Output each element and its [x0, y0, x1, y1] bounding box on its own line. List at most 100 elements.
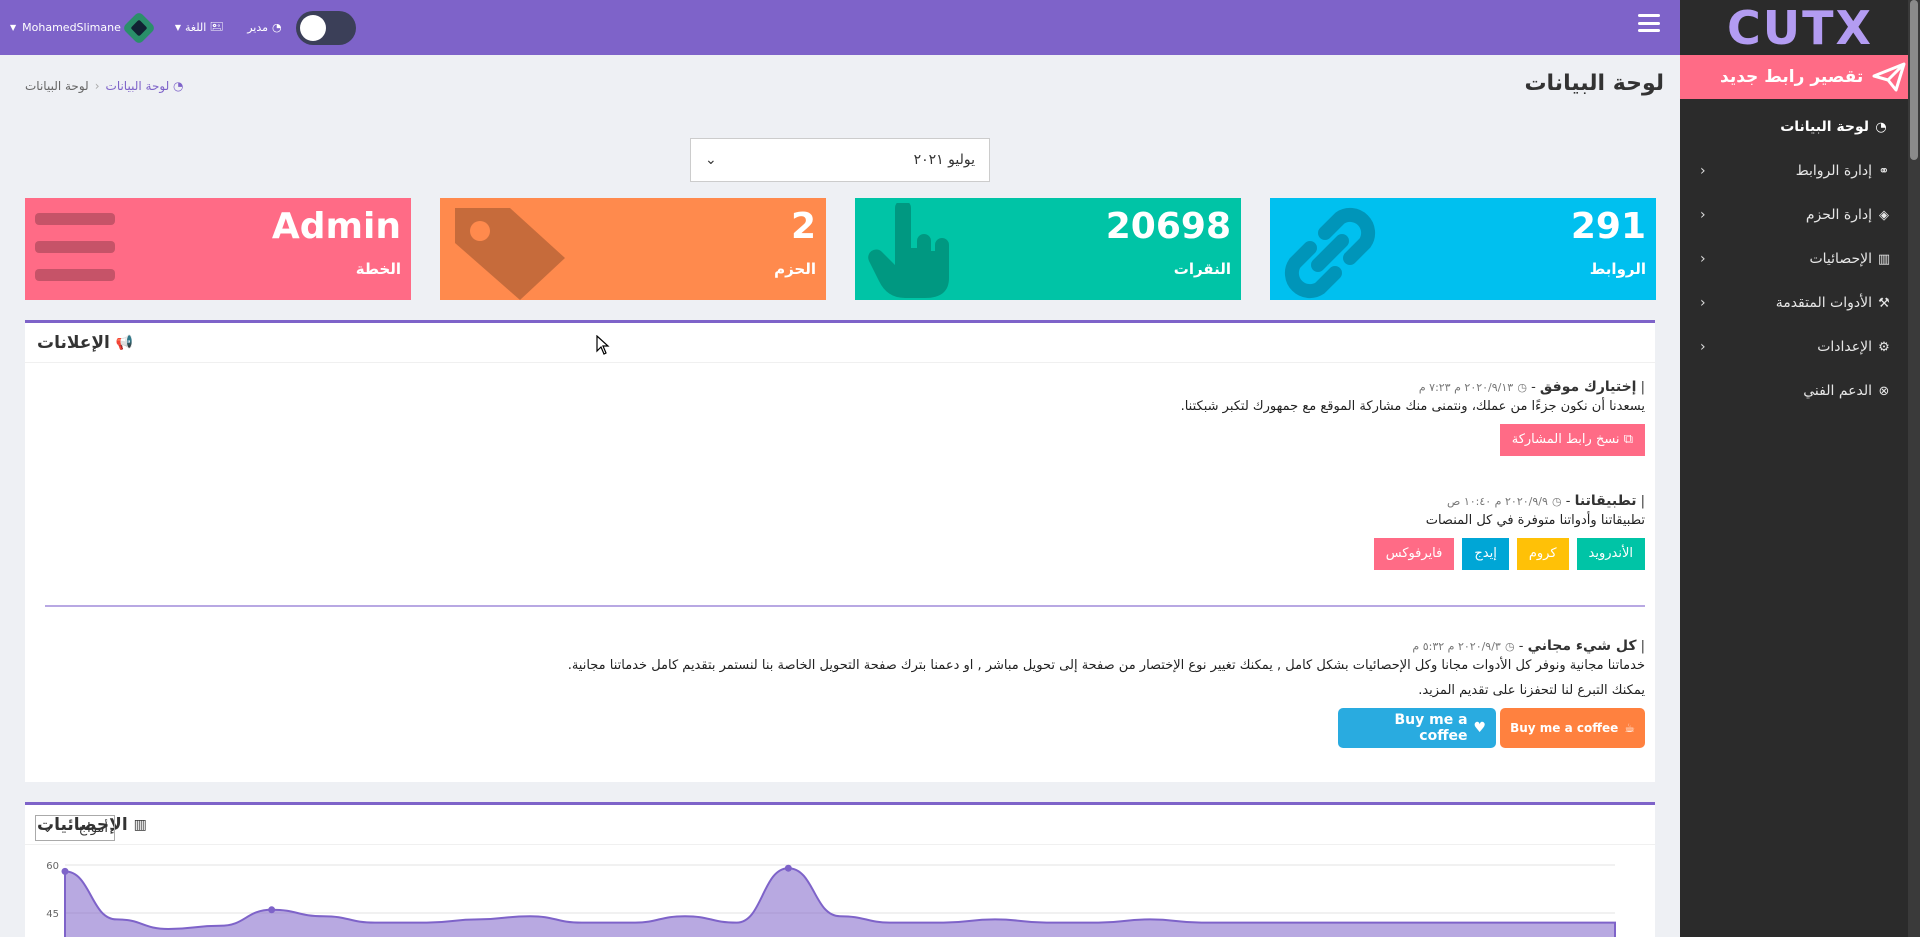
firefox-button[interactable]: فايرفوكس	[1373, 538, 1455, 570]
announcements-title: الإعلانات	[37, 332, 110, 353]
sidebar-item-label: الإحصائيات	[1809, 251, 1872, 267]
announcement-text: تطبيقاتنا وأدواتنا متوفرة في كل المنصات	[1425, 513, 1645, 528]
chart-type-select[interactable]: ⌄ أمواج	[35, 815, 115, 841]
announcement-item: | تطبيقاتنا - ◷ ٢٠٢٠/٩/٩ م ١٠:٤٠ ص تطبيق…	[1366, 493, 1645, 570]
megaphone-icon: 📢	[115, 334, 134, 351]
paper-plane-icon	[1872, 62, 1906, 92]
clock-icon: ◷	[1517, 381, 1527, 394]
chevron-down-icon: ⌄	[705, 152, 717, 168]
android-button[interactable]: الأندرويد	[1576, 538, 1645, 570]
announcement-title: إختيارك موفق	[1539, 379, 1637, 395]
chart-point[interactable]	[268, 906, 276, 914]
link-icon	[1284, 207, 1376, 299]
month-select[interactable]: ⌄ يوليو ٢٠٢١	[690, 138, 990, 182]
chart-type-value: أمواج	[78, 820, 108, 836]
copy-share-link-button[interactable]: ⧉ نسخ رابط المشاركة	[1499, 424, 1645, 456]
language-menu[interactable]: ▼ اللغة 🖭	[175, 18, 223, 37]
announcement-text-secondary: يمكنك التبرع لنا لتحفزنا على تقديم المزي…	[1418, 683, 1645, 698]
pointer-hand-icon	[868, 203, 949, 298]
hamburger-menu-icon[interactable]	[1638, 14, 1660, 32]
announcement-header: | كل شيء مجاني - ◷ ٢٠٢٠/٩/٣ م ٥:٣٢ م	[1412, 638, 1645, 654]
announcements-header: 📢 الإعلانات	[25, 323, 1655, 363]
breadcrumb-link[interactable]: لوحة البيانات ◔	[106, 79, 184, 93]
announcement-date: ٢٠٢٠/٩/٣ م ٥:٣٢ م	[1412, 640, 1501, 653]
chrome-button[interactable]: كروم	[1516, 538, 1569, 570]
announcement-title: كل شيء مجاني	[1527, 638, 1637, 654]
chart-area-series	[64, 867, 1616, 937]
coffee-button-label: Buy me a coffee	[1510, 721, 1619, 735]
chevron-left-icon: ‹	[1700, 251, 1706, 267]
scrollbar-thumb[interactable]	[1910, 0, 1918, 160]
lifebuoy-icon: ⊗	[1878, 383, 1890, 399]
sidebar-item-dashboard[interactable]: ◔ لوحة البيانات	[1680, 105, 1920, 149]
stat-card-links: 291 الروابط	[1270, 198, 1656, 300]
chart-point[interactable]	[784, 864, 792, 872]
gear-icon: ⚙	[1878, 339, 1890, 355]
area-chart: 60 45	[46, 861, 1616, 937]
breadcrumb: لوحة البيانات › لوحة البيانات ◔	[25, 79, 184, 93]
stat-packages-label: الحزم	[774, 260, 816, 278]
gauge-icon: ◔	[1875, 119, 1887, 135]
tag-icon	[455, 208, 565, 300]
sidebar-item-settings[interactable]: ⚙ الإعدادات ‹	[1680, 325, 1920, 369]
link-icon: ⚭	[1878, 163, 1890, 179]
announcement-date: ٢٠٢٠/٩/١٣ م ٧:٢٣ م	[1418, 381, 1514, 394]
statistics-chart: 60 45	[25, 855, 1655, 937]
sidebar-item-support[interactable]: ⊗ الدعم الفني	[1680, 369, 1920, 413]
user-menu[interactable]: ▼ MohamedSlimane	[10, 10, 156, 45]
sidebar-scrollbar[interactable]	[1908, 0, 1920, 937]
new-link-label: تقصير رابط جديد	[1720, 67, 1864, 87]
announcement-date: ٢٠٢٠/٩/٩ م ١٠:٤٠ ص	[1447, 495, 1548, 508]
buy-me-coffee-button[interactable]: ☕ Buy me a coffee	[1500, 708, 1645, 748]
toggle-knob	[299, 14, 326, 41]
sidebar-item-label: الدعم الفني	[1803, 383, 1872, 399]
edge-button[interactable]: إيدج	[1462, 538, 1509, 570]
stat-card-packages: 2 الحزم	[440, 198, 826, 300]
stat-plan-value: Admin	[271, 206, 401, 247]
chart-y-tick-label: 60	[46, 861, 59, 872]
divider	[45, 605, 1645, 607]
stat-clicks-label: النقرات	[1173, 260, 1231, 278]
chart-point[interactable]	[61, 867, 69, 875]
gauge-icon: ◔	[271, 21, 282, 34]
logo[interactable]: CUTX	[1680, 0, 1920, 55]
breadcrumb-separator: ›	[94, 79, 100, 93]
statistics-card: ▥ الإحصائيات ⌄ أمواج 60 45	[25, 802, 1655, 937]
stat-links-label: الروابط	[1589, 260, 1646, 278]
wrench-icon: ⚒	[1878, 295, 1890, 311]
stat-card-clicks: 20698 النقرات	[855, 198, 1241, 300]
buy-me-coffee-kofi-button[interactable]: ♥ Buy me a coffee	[1338, 708, 1497, 748]
breadcrumb-current: لوحة البيانات	[25, 79, 89, 93]
chevron-left-icon: ‹	[1700, 163, 1706, 179]
month-select-value: يوليو ٢٠٢١	[913, 152, 975, 168]
page-title: لوحة البيانات	[1524, 71, 1664, 96]
announcement-text: يسعدنا أن نكون جزءًا من عملك، ونتمنى منك…	[1180, 399, 1645, 414]
mouse-cursor-icon	[596, 335, 610, 355]
sidebar-item-statistics[interactable]: ▥ الإحصائيات ‹	[1680, 237, 1920, 281]
sidebar-menu: ◔ لوحة البيانات ⚭ إدارة الروابط ‹ ◈ إدار…	[1680, 105, 1920, 413]
announcement-title: تطبيقاتنا	[1574, 493, 1637, 509]
main-content: لوحة البيانات لوحة البيانات › لوحة البيا…	[0, 55, 1680, 937]
logo-text: CUTX	[1727, 0, 1873, 55]
role-label: مدير	[247, 21, 268, 34]
theme-toggle[interactable]	[295, 10, 356, 45]
sidebar-item-label: لوحة البيانات	[1780, 119, 1869, 135]
username: MohamedSlimane	[22, 21, 121, 34]
sidebar-item-packages[interactable]: ◈ إدارة الحزم ‹	[1680, 193, 1920, 237]
language-icon: 🖭	[210, 20, 224, 33]
heart-cup-icon: ♥	[1473, 720, 1487, 736]
announcements-card: 📢 الإعلانات | إختيارك موفق - ◷ ٢٠٢٠/٩/١٣…	[25, 320, 1655, 782]
new-short-link-button[interactable]: تقصير رابط جديد	[1680, 55, 1920, 99]
sidebar-item-advanced-tools[interactable]: ⚒ الأدوات المتقدمة ‹	[1680, 281, 1920, 325]
chevron-left-icon: ‹	[1700, 295, 1706, 311]
chevron-left-icon: ‹	[1700, 339, 1706, 355]
caret-down-icon: ▼	[10, 23, 17, 32]
sidebar-item-label: إدارة الروابط	[1795, 163, 1872, 179]
sidebar-item-label: إدارة الحزم	[1805, 207, 1872, 223]
sidebar-item-links[interactable]: ⚭ إدارة الروابط ‹	[1680, 149, 1920, 193]
clock-icon: ◷	[1504, 640, 1515, 653]
announcement-text: خدماتنا مجانية ونوفر كل الأدوات مجانا وك…	[567, 658, 1645, 673]
sidebar: CUTX تقصير رابط جديد ◔ لوحة البيانات ⚭ إ…	[1680, 0, 1920, 937]
announcement-item: | إختيارك موفق - ◷ ٢٠٢٠/٩/١٣ م ٧:٢٣ م يس…	[1181, 379, 1645, 456]
language-label: اللغة	[185, 21, 207, 34]
